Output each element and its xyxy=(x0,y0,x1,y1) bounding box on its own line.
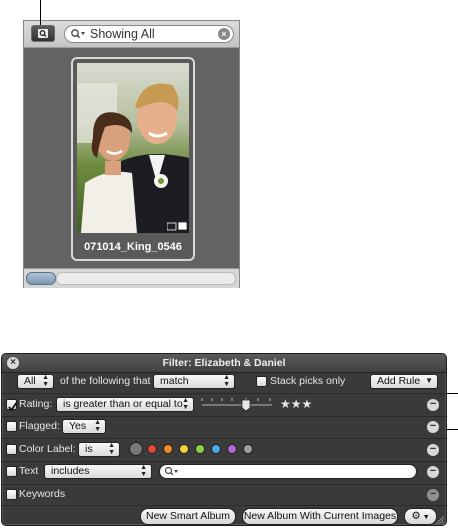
rating-stars: ★★★ xyxy=(280,397,313,411)
add-rule-label: Add Rule xyxy=(377,375,421,387)
photo-version-name: 071014_King_0546 xyxy=(84,241,182,253)
row-divider xyxy=(2,393,446,394)
color-swatch[interactable] xyxy=(243,444,253,454)
text-checkbox[interactable] xyxy=(6,466,17,477)
row-divider xyxy=(2,505,446,506)
color-label-operator-popup[interactable]: is ▲ ▼ xyxy=(78,442,120,457)
keywords-checkbox[interactable] xyxy=(6,489,17,500)
row-divider xyxy=(2,484,446,485)
match-scope-popup[interactable]: All ▲ ▼ xyxy=(17,374,54,389)
hud-title-bar: × Filter: Elizabeth & Daniel xyxy=(2,354,446,373)
popup-arrows-icon: ▲ ▼ xyxy=(140,464,147,478)
color-swatch[interactable] xyxy=(163,444,173,454)
row-divider xyxy=(2,416,446,417)
text-search-field[interactable] xyxy=(159,464,417,479)
new-smart-album-button[interactable]: New Smart Album xyxy=(140,508,236,525)
add-rule-popup[interactable]: Add Rule ▼ xyxy=(370,374,438,389)
remove-rating-rule-icon[interactable]: − xyxy=(427,399,439,411)
browser-scrollbar[interactable] xyxy=(24,268,239,288)
search-field[interactable]: Showing All × xyxy=(64,25,234,43)
magnifier-icon xyxy=(38,29,48,38)
popup-arrows-icon: ▲ ▼ xyxy=(42,374,49,388)
color-swatch-none[interactable] xyxy=(129,442,143,456)
popup-arrows-icon: ▲ ▼ xyxy=(94,419,101,433)
rating-checkbox[interactable] xyxy=(6,399,18,412)
rating-operator-value: is greater than or equal to xyxy=(63,398,183,410)
color-label-swatches xyxy=(129,442,269,456)
search-icon xyxy=(164,466,178,476)
stack-picks-checkbox[interactable] xyxy=(256,376,267,387)
flagged-label: Flagged: xyxy=(19,420,60,432)
callout-line-filter-button xyxy=(40,0,41,25)
color-swatch[interactable] xyxy=(179,444,189,454)
remove-text-rule-icon[interactable]: − xyxy=(427,466,439,478)
flagged-value-popup[interactable]: Yes ▲ ▼ xyxy=(62,419,106,434)
filter-hud: × Filter: Elizabeth & Daniel All ▲ ▼ of t… xyxy=(1,353,447,526)
disclosure-arrow-icon: ▼ xyxy=(425,376,433,385)
keywords-label: Keywords xyxy=(19,488,66,500)
browser-panel: Showing All × 071014_King_0546 xyxy=(23,20,240,288)
resize-grip-icon[interactable] xyxy=(434,514,445,524)
new-album-with-current-images-button[interactable]: New Album With Current Images xyxy=(242,508,398,525)
following-text: of the following that xyxy=(60,375,151,387)
color-label-checkbox[interactable] xyxy=(6,444,17,455)
adjustment-badge-icons xyxy=(167,221,188,231)
wedding-photo xyxy=(77,63,189,233)
popup-arrows-icon: ▲ ▼ xyxy=(182,397,189,411)
color-swatch[interactable] xyxy=(147,444,157,454)
row-divider xyxy=(2,461,446,462)
clear-search-icon[interactable]: × xyxy=(218,28,230,40)
text-label: Text xyxy=(19,465,39,477)
color-swatch[interactable] xyxy=(211,444,221,454)
browser-toolbar: Showing All × xyxy=(24,21,239,48)
checkmark-icon xyxy=(8,401,18,412)
popup-arrows-icon: ▲ ▼ xyxy=(223,374,230,388)
text-operator-popup[interactable]: includes ▲ ▼ xyxy=(44,464,152,479)
match-mode-value: match xyxy=(160,375,189,387)
rating-operator-popup[interactable]: is greater than or equal to ▲ ▼ xyxy=(56,397,194,412)
scrollbar-track[interactable] xyxy=(56,272,236,285)
row-divider xyxy=(2,438,446,439)
match-scope-value: All xyxy=(24,375,36,387)
text-operator-value: includes xyxy=(51,465,90,477)
color-swatch[interactable] xyxy=(227,444,237,454)
filter-hud-button[interactable] xyxy=(31,25,55,42)
photo-thumbnail[interactable]: 071014_King_0546 xyxy=(71,57,195,261)
popup-arrows-icon: ▲ ▼ xyxy=(108,442,115,456)
rating-label: Rating: xyxy=(19,398,53,410)
remove-color-label-rule-icon[interactable]: − xyxy=(427,444,439,456)
disclosure-arrow-icon: ▼ xyxy=(420,514,430,521)
hud-title: Filter: Elizabeth & Daniel xyxy=(162,357,286,369)
remove-keywords-rule-icon[interactable]: − xyxy=(427,489,439,501)
stack-picks-label: Stack picks only xyxy=(270,375,346,387)
action-menu-button[interactable]: ⚙ ▼ xyxy=(404,508,437,525)
color-label-label: Color Label: xyxy=(19,443,76,455)
color-label-operator-value: is xyxy=(85,443,93,455)
scrollbar-thumb[interactable] xyxy=(26,272,56,285)
search-text: Showing All xyxy=(90,27,155,41)
flagged-value: Yes xyxy=(69,420,87,432)
flagged-checkbox[interactable] xyxy=(6,421,17,432)
remove-flagged-rule-icon[interactable]: − xyxy=(427,421,439,433)
rating-slider[interactable] xyxy=(200,396,274,412)
search-icon[interactable] xyxy=(70,28,86,40)
gear-icon: ⚙ xyxy=(411,510,421,522)
match-mode-popup[interactable]: match ▲ ▼ xyxy=(153,374,235,389)
color-swatch[interactable] xyxy=(195,444,205,454)
